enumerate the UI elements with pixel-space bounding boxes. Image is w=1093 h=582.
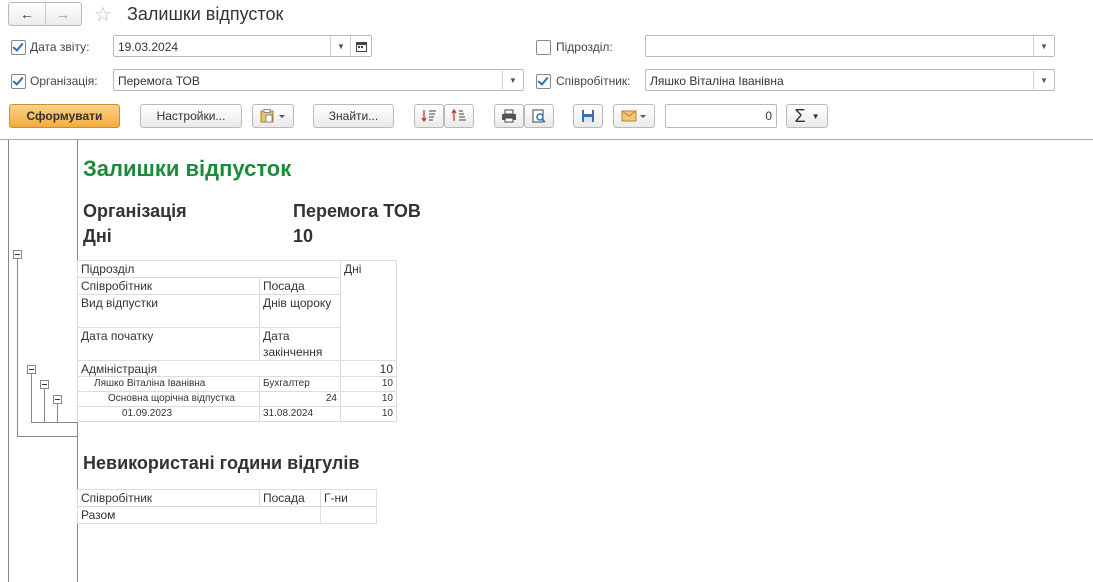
section2-total-value xyxy=(320,506,377,524)
row-leave-name: Основна щорічна відпустка xyxy=(77,391,260,407)
sigma-icon: Σ xyxy=(794,105,806,126)
section2-total-label: Разом xyxy=(77,506,321,524)
calendar-icon[interactable] xyxy=(350,36,371,56)
section2-header-employee: Співробітник xyxy=(77,489,260,507)
employee-field[interactable]: Ляшко Віталіна Іванівна ▼ xyxy=(645,69,1055,91)
row-leave-days: 10 xyxy=(340,391,397,407)
row-employee-name: Ляшко Віталіна Іванівна xyxy=(77,376,260,392)
sum-mode-button[interactable]: Σ ▼ xyxy=(786,104,828,128)
section2-header-position: Посада xyxy=(259,489,321,507)
window-title: Залишки відпусток xyxy=(127,4,284,24)
favorite-star-icon[interactable]: ☆ xyxy=(94,2,112,27)
row-department-name: Адміністрація xyxy=(77,360,341,377)
param-label-organization: Організація xyxy=(83,201,187,221)
header-leave-type: Вид відпустки xyxy=(77,294,260,328)
collapse-toggle-icon[interactable] xyxy=(40,380,49,389)
section2-title: Невикористані години відгулів xyxy=(83,453,360,473)
header-employee: Співробітник xyxy=(77,277,260,295)
organization-label: Організація: xyxy=(30,74,98,88)
print-preview-icon[interactable] xyxy=(524,104,554,128)
collapse-toggle-icon[interactable] xyxy=(27,365,36,374)
report-date-label: Дата звіту: xyxy=(30,40,90,54)
department-label: Підрозділ: xyxy=(556,40,613,54)
department-checkbox[interactable] xyxy=(536,40,551,55)
generate-button[interactable]: Сформувати xyxy=(9,104,120,128)
param-value-days: 10 xyxy=(293,226,314,246)
find-button[interactable]: Знайти... xyxy=(313,104,394,128)
forward-arrow-icon[interactable]: → xyxy=(45,3,81,25)
report-date-checkbox[interactable] xyxy=(11,40,26,55)
header-start-date: Дата початку xyxy=(77,327,260,361)
variants-button[interactable] xyxy=(252,104,294,128)
print-icon[interactable] xyxy=(494,104,524,128)
employee-checkbox[interactable] xyxy=(536,74,551,89)
row-employee-days: 10 xyxy=(340,376,397,392)
header-days-per-year: Днів щороку xyxy=(259,294,341,328)
header-end-date: Дата закінчення xyxy=(259,327,341,361)
toolbar-separator xyxy=(0,139,1093,140)
sum-value-field[interactable]: 0 xyxy=(665,104,777,128)
report-date-field[interactable]: 19.03.2024 ▼ xyxy=(113,35,372,57)
row-period-start: 01.09.2023 xyxy=(77,406,260,422)
collapse-toggle-icon[interactable] xyxy=(13,250,22,259)
chevron-down-icon[interactable]: ▼ xyxy=(1033,70,1054,90)
group-line xyxy=(31,374,32,422)
row-period-days: 10 xyxy=(340,406,397,422)
department-field[interactable]: ▼ xyxy=(645,35,1055,57)
envelope-icon xyxy=(621,110,646,122)
group-line xyxy=(31,422,77,423)
report-title: Залишки відпусток xyxy=(83,156,292,181)
organization-value: Перемога ТОВ xyxy=(118,74,200,88)
organization-checkbox[interactable] xyxy=(11,74,26,89)
employee-value: Ляшко Віталіна Іванівна xyxy=(650,74,784,88)
back-arrow-icon[interactable]: ← xyxy=(9,3,46,25)
organization-field[interactable]: Перемога ТОВ ▼ xyxy=(113,69,524,91)
header-days: Дні xyxy=(340,260,397,361)
section2-header-hours: Г-ни xyxy=(320,489,377,507)
report-date-value: 19.03.2024 xyxy=(118,40,179,54)
header-department: Підрозділ xyxy=(77,260,341,278)
collapse-toggle-icon[interactable] xyxy=(53,395,62,404)
send-email-button[interactable] xyxy=(613,104,655,128)
row-leave-per-year: 24 xyxy=(259,391,341,407)
group-line xyxy=(17,436,77,437)
group-line xyxy=(44,389,45,422)
nav-buttons: ← → xyxy=(8,2,82,26)
group-line xyxy=(17,259,18,436)
chevron-down-icon: ▼ xyxy=(811,111,820,121)
param-value-organization: Перемога ТОВ xyxy=(293,201,421,221)
row-employee-position: Бухгалтер xyxy=(259,376,341,392)
settings-button[interactable]: Настройки... xyxy=(140,104,242,128)
employee-label: Співробітник: xyxy=(556,74,631,88)
sort-ascending-icon[interactable] xyxy=(444,104,474,128)
chevron-down-icon[interactable]: ▼ xyxy=(330,36,351,56)
save-icon[interactable] xyxy=(573,104,603,128)
sum-value: 0 xyxy=(765,109,772,123)
chevron-down-icon[interactable]: ▼ xyxy=(1033,36,1054,56)
group-line xyxy=(57,404,58,422)
chevron-down-icon[interactable]: ▼ xyxy=(502,70,523,90)
header-position: Посада xyxy=(259,277,341,295)
sort-descending-icon[interactable] xyxy=(414,104,444,128)
row-period-end: 31.08.2024 xyxy=(259,406,341,422)
param-label-days: Дні xyxy=(83,226,112,246)
row-department-days: 10 xyxy=(340,360,397,377)
report-left-border xyxy=(8,140,9,582)
report-variants-icon xyxy=(260,109,285,123)
